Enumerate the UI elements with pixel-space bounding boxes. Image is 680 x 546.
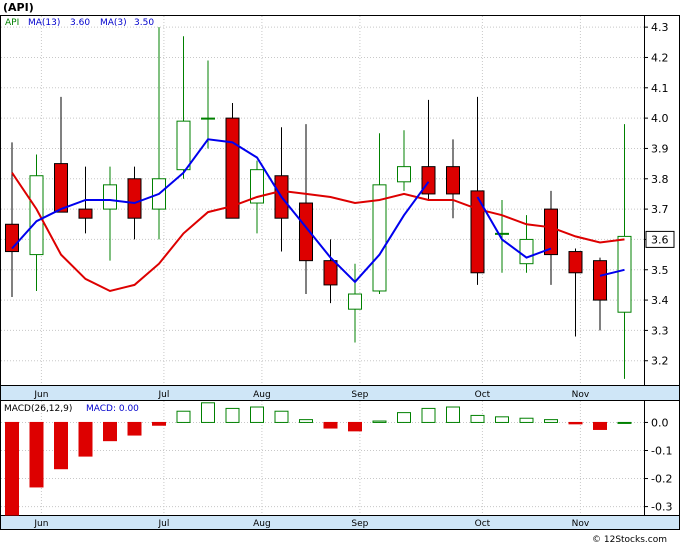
macd-bar-positive: [519, 417, 534, 423]
month-label-bottom: Jul: [157, 519, 169, 529]
macd-bar-negative: [152, 421, 166, 426]
legend-ma3-value: 3.50: [134, 18, 154, 28]
macd-bar-positive: [397, 412, 411, 423]
month-label-top: Jun: [33, 390, 48, 400]
price-tick-label: 3.7: [651, 203, 669, 216]
month-label-bottom: Jun: [33, 519, 48, 529]
month-label-top: Aug: [253, 390, 271, 400]
macd-bar-negative: [127, 421, 142, 436]
candle-down: [421, 166, 436, 195]
candle-up: [103, 184, 117, 210]
candle-down: [568, 251, 583, 274]
macd-bar-negative: [78, 421, 93, 457]
macd-title: MACD(26,12,9): [4, 404, 72, 414]
macd-panel: [0, 400, 645, 516]
macd-bar-positive: [372, 420, 387, 423]
macd-tick-label: -0.2: [651, 473, 672, 486]
macd-tick-label: -0.1: [651, 444, 672, 457]
ticker-title: (API): [3, 1, 34, 14]
watermark: © 12Stocks.com: [592, 535, 667, 545]
macd-bar-negative: [103, 421, 117, 442]
candle-down: [593, 260, 607, 301]
legend-ma13-value: 3.60: [70, 18, 90, 28]
candle-down: [78, 208, 93, 219]
macd-bar-negative: [54, 421, 68, 470]
candle-down: [127, 178, 142, 219]
macd-bar-positive: [225, 407, 240, 423]
candle-down: [54, 163, 68, 213]
macd-bar-positive: [446, 406, 460, 423]
month-label-top: Sep: [351, 390, 368, 400]
month-label-top: Nov: [572, 390, 590, 400]
macd-bar-positive: [617, 421, 632, 424]
month-label-bottom: Oct: [475, 519, 491, 529]
macd-bar-negative: [593, 421, 607, 430]
candle-down: [323, 260, 338, 286]
macd-bar-positive: [544, 419, 558, 423]
legend-ma3-label: MA(3): [100, 18, 127, 28]
price-tick-label: 4.3: [651, 21, 669, 34]
price-tick-label: 4.2: [651, 51, 669, 64]
price-tick-label: 3.4: [651, 294, 669, 307]
month-label-bottom: Aug: [253, 519, 271, 529]
price-tick-label: 3.8: [651, 173, 669, 186]
month-label-top: Jul: [157, 390, 169, 400]
month-label-top: Oct: [475, 390, 491, 400]
macd-bar-positive: [421, 407, 436, 423]
price-tick-label: 4.1: [651, 82, 669, 95]
macd-bar-positive: [274, 410, 289, 423]
candle-down: [225, 117, 240, 219]
macd-bar-positive: [250, 406, 264, 423]
candle-up: [617, 235, 632, 313]
macd-bar-positive: [299, 419, 313, 423]
macd-bar-positive: [201, 402, 215, 423]
macd-bar-positive: [470, 414, 485, 423]
macd-bar-negative: [568, 421, 583, 425]
candle-up: [397, 166, 411, 183]
last-price-label: 3.6: [651, 233, 669, 246]
macd-bar-positive: [176, 410, 191, 423]
candle-up: [176, 120, 191, 171]
legend-ma13-label: MA(13): [28, 18, 60, 28]
price-tick-label: 3.2: [651, 355, 669, 368]
macd-bar-negative: [323, 421, 338, 429]
macd-bar-negative: [348, 421, 362, 432]
candle-down: [544, 208, 558, 256]
price-tick-label: 4.0: [651, 112, 669, 125]
macd-tick-label: -0.3: [651, 501, 672, 514]
stock-chart: 3.2 3.3 3.4 3.5 3.6 3.7 3.8 3.9 4.0 4.1 4.2 4.3 Jun J…: [0, 1, 680, 545]
candle-up: [348, 293, 362, 310]
price-tick-label: 3.3: [651, 324, 669, 337]
macd-value: MACD: 0.00: [86, 404, 139, 414]
price-tick-label: 3.9: [651, 142, 669, 155]
legend-api: API: [5, 18, 19, 28]
macd-bar-negative: [5, 421, 19, 516]
macd-tick-label: 0.0: [651, 416, 669, 429]
month-label-bottom: Sep: [351, 519, 368, 529]
candle-up: [201, 117, 215, 120]
candle-down: [446, 166, 460, 195]
candle-up: [519, 238, 534, 265]
macd-bar-negative: [29, 421, 44, 488]
price-tick-label: 3.5: [651, 264, 669, 277]
candle-up: [29, 175, 44, 256]
macd-bar-positive: [495, 416, 509, 423]
month-label-bottom: Nov: [572, 519, 590, 529]
